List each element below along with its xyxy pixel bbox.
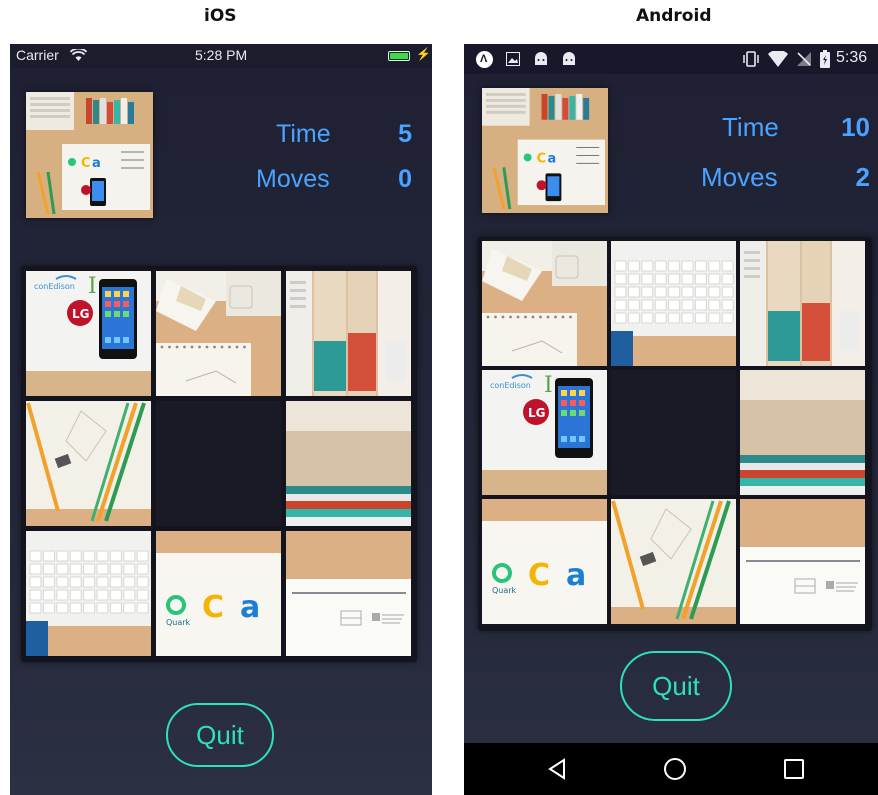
puzzle-tile[interactable]: [740, 241, 865, 366]
puzzle-tile[interactable]: [611, 499, 736, 624]
android-header: Android: [636, 6, 712, 26]
svg-text:C: C: [202, 590, 224, 625]
puzzle-tile[interactable]: [286, 531, 411, 656]
battery-icon: [388, 51, 410, 61]
svg-text:a: a: [547, 151, 556, 166]
time-label: Time: [722, 112, 779, 142]
svg-text:C: C: [81, 156, 91, 171]
svg-text:I: I: [544, 373, 553, 398]
puzzle-board: conEdison I LG Quark C a: [21, 266, 417, 662]
android-robot-icon-2: [563, 52, 575, 65]
puzzle-tile[interactable]: [611, 241, 736, 366]
app-notification-icon: Λ: [476, 51, 493, 68]
charging-icon: ⚡: [416, 47, 431, 61]
time-label: Time: [276, 120, 331, 148]
android-phone: Λ 5:36 C a Time 10 Moves 2 conEdison I L…: [464, 44, 878, 795]
carrier-label: Carrier: [16, 47, 59, 63]
ios-phone: Carrier 5:28 PM ⚡ C a Time 5 Moves 0 con…: [10, 44, 432, 795]
android-robot-icon: [535, 52, 547, 65]
moves-label: Moves: [256, 165, 330, 193]
back-icon[interactable]: [544, 755, 572, 783]
ios-header: iOS: [204, 6, 237, 26]
svg-text:C: C: [528, 558, 550, 593]
puzzle-tile[interactable]: Quark C a: [156, 531, 281, 656]
puzzle-tile[interactable]: [26, 401, 151, 526]
no-signal-icon: [797, 52, 811, 66]
svg-text:LG: LG: [528, 406, 546, 420]
svg-text:I: I: [88, 274, 97, 299]
quit-button[interactable]: Quit: [620, 651, 732, 721]
svg-text:LG: LG: [72, 307, 90, 321]
svg-text:a: a: [566, 558, 586, 593]
puzzle-tile[interactable]: [286, 401, 411, 526]
svg-text:conEdison: conEdison: [490, 381, 531, 390]
puzzle-tile[interactable]: Quark C a: [482, 499, 607, 624]
android-time: 5:36: [836, 49, 868, 66]
puzzle-tile[interactable]: conEdison I LG: [26, 271, 151, 396]
puzzle-board: conEdison I LG Quark C a: [478, 237, 872, 631]
puzzle-preview-image: C a: [482, 88, 608, 213]
puzzle-tile[interactable]: [740, 499, 865, 624]
svg-text:Quark: Quark: [166, 618, 191, 627]
time-value: 5: [398, 120, 412, 148]
wifi-icon: [768, 51, 788, 67]
svg-text:conEdison: conEdison: [34, 282, 75, 291]
ios-time: 5:28 PM: [195, 47, 248, 63]
android-status-bar: Λ 5:36: [464, 44, 878, 74]
svg-text:Quark: Quark: [492, 586, 517, 595]
puzzle-tile[interactable]: [740, 370, 865, 495]
puzzle-tile[interactable]: [482, 241, 607, 366]
vibrate-icon: [743, 51, 759, 67]
svg-text:a: a: [240, 590, 260, 625]
moves-label: Moves: [701, 162, 778, 192]
quit-button[interactable]: Quit: [166, 703, 274, 767]
svg-text:a: a: [92, 156, 101, 171]
battery-icon: [820, 50, 830, 68]
home-icon[interactable]: [661, 755, 689, 783]
puzzle-tile[interactable]: [286, 271, 411, 396]
empty-slot: [611, 370, 736, 495]
moves-value: 2: [855, 162, 870, 192]
puzzle-preview-image: C a: [26, 92, 153, 218]
puzzle-tile[interactable]: conEdison I LG: [482, 370, 607, 495]
android-nav-bar: [464, 743, 878, 795]
time-value: 10: [841, 112, 870, 142]
image-icon: [506, 52, 520, 66]
empty-slot: [156, 401, 281, 526]
wifi-icon: [70, 49, 87, 61]
svg-text:C: C: [537, 151, 546, 166]
recents-icon[interactable]: [780, 755, 808, 783]
moves-value: 0: [398, 165, 412, 193]
puzzle-tile[interactable]: [26, 531, 151, 656]
ios-status-bar: Carrier 5:28 PM ⚡: [10, 44, 432, 68]
puzzle-tile[interactable]: [156, 271, 281, 396]
